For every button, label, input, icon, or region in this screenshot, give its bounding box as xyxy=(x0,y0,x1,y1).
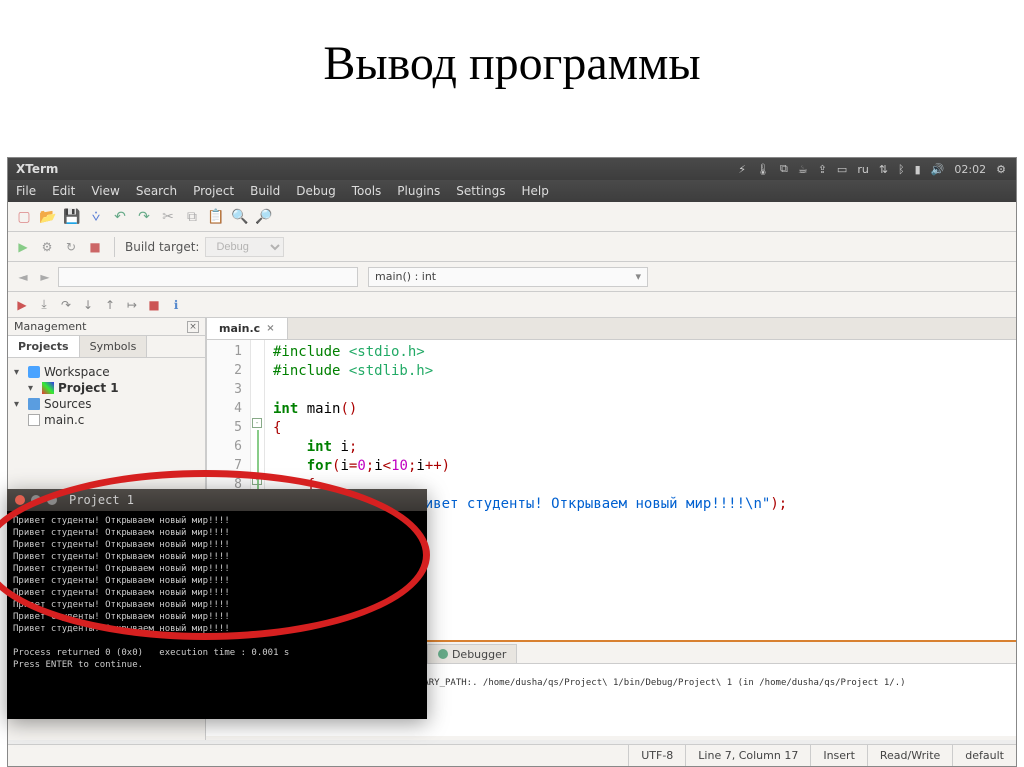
terminal-titlebar[interactable]: Project 1 xyxy=(7,489,427,511)
redo-button[interactable]: ↷ xyxy=(134,207,154,227)
debug-step-out-icon[interactable]: ↑ xyxy=(102,297,118,313)
terminal-output[interactable]: Привет студенты! Открываем новый мир!!!!… xyxy=(7,511,427,675)
tray-temp-icon: 🌡 xyxy=(756,163,770,176)
folder-icon xyxy=(28,398,40,410)
menu-file[interactable]: File xyxy=(8,184,44,198)
debug-continue-icon[interactable]: ↦ xyxy=(124,297,140,313)
tray-network-icon: ⇅ xyxy=(879,163,888,176)
new-file-button[interactable]: ▢ xyxy=(14,207,34,227)
menu-debug[interactable]: Debug xyxy=(288,184,343,198)
tab-debugger[interactable]: Debugger xyxy=(427,644,517,663)
tree-workspace[interactable]: ▾Workspace xyxy=(14,364,199,380)
debug-stop-icon[interactable]: ■ xyxy=(146,297,162,313)
build-toolbar: ▶ ⚙ ↻ ■ Build target: Debug xyxy=(8,232,1016,262)
run-button[interactable]: ▶ xyxy=(14,238,32,256)
status-eol[interactable]: default xyxy=(952,745,1016,766)
tree-file-mainc[interactable]: main.c xyxy=(14,412,199,428)
nav-forward-button[interactable]: ► xyxy=(36,268,54,286)
find-button[interactable]: 🔍 xyxy=(230,207,250,227)
menu-search[interactable]: Search xyxy=(128,184,185,198)
tray-session-icon: ⚙ xyxy=(996,163,1006,176)
open-file-button[interactable]: 📂 xyxy=(38,207,58,227)
copy-button[interactable]: ⧉ xyxy=(182,207,202,227)
menu-plugins[interactable]: Plugins xyxy=(389,184,448,198)
tab-projects[interactable]: Projects xyxy=(8,336,80,357)
menu-bar: File Edit View Search Project Build Debu… xyxy=(8,180,1016,202)
nav-toolbar: ◄ ► main() : int xyxy=(8,262,1016,292)
function-dropdown[interactable]: main() : int xyxy=(368,267,648,287)
debug-step-in-icon[interactable]: ↓ xyxy=(80,297,96,313)
window-titlebar: XTerm ⚡ 🌡 ⧉ ☕ ⇪ ▭ ru ⇅ ᛒ ▮ 🔊 02:02 ⚙ xyxy=(8,158,1016,180)
undo-button[interactable]: ↶ xyxy=(110,207,130,227)
project-tree: ▾Workspace ▾Project 1 ▾Sources main.c xyxy=(8,358,205,434)
tray-display-icon: ▭ xyxy=(837,163,847,176)
nav-back-button[interactable]: ◄ xyxy=(14,268,32,286)
debug-toolbar: ▶ ⤓ ↷ ↓ ↑ ↦ ■ ℹ xyxy=(8,292,1016,318)
tray-power-icon: ⚡ xyxy=(738,163,746,176)
debug-info-icon[interactable]: ℹ xyxy=(168,297,184,313)
project-icon xyxy=(42,382,54,394)
panel-close-icon[interactable]: × xyxy=(187,321,199,333)
tray-cup-icon: ☕ xyxy=(798,163,808,176)
terminal-window[interactable]: Project 1 Привет студенты! Открываем нов… xyxy=(7,489,427,719)
build-target-label: Build target: xyxy=(125,240,199,254)
workspace-icon xyxy=(28,366,40,378)
paste-button[interactable]: 📋 xyxy=(206,207,226,227)
build-run-button[interactable]: ⚙ xyxy=(38,238,56,256)
debug-next-icon[interactable]: ↷ xyxy=(58,297,74,313)
debug-run-to-icon[interactable]: ⤓ xyxy=(36,297,52,313)
management-tabs: Projects Symbols xyxy=(8,336,205,358)
tray-clock: 02:02 xyxy=(954,163,986,176)
terminal-title: Project 1 xyxy=(69,493,134,507)
save-all-button[interactable]: ⩒ xyxy=(86,207,106,227)
status-insert-mode[interactable]: Insert xyxy=(810,745,867,766)
tree-project[interactable]: ▾Project 1 xyxy=(14,380,199,396)
build-target-select[interactable]: Debug xyxy=(205,237,284,257)
terminal-minimize-button[interactable] xyxy=(31,495,41,505)
terminal-maximize-button[interactable] xyxy=(47,495,57,505)
window-title: XTerm xyxy=(8,162,66,176)
tab-symbols[interactable]: Symbols xyxy=(80,336,148,357)
menu-settings[interactable]: Settings xyxy=(448,184,513,198)
terminal-close-button[interactable] xyxy=(15,495,25,505)
scope-input[interactable] xyxy=(58,267,358,287)
tree-sources-folder[interactable]: ▾Sources xyxy=(14,396,199,412)
status-encoding[interactable]: UTF-8 xyxy=(628,745,685,766)
save-button[interactable]: 💾 xyxy=(62,207,82,227)
tray-battery-icon: ▮ xyxy=(915,163,921,176)
menu-edit[interactable]: Edit xyxy=(44,184,83,198)
rebuild-button[interactable]: ↻ xyxy=(62,238,80,256)
editor-tabs: main.c × xyxy=(207,318,1016,340)
tray-updates-icon: ⇪ xyxy=(818,163,827,176)
menu-build[interactable]: Build xyxy=(242,184,288,198)
tray-keyboard-layout[interactable]: ru xyxy=(857,163,869,176)
menu-view[interactable]: View xyxy=(83,184,127,198)
status-readwrite: Read/Write xyxy=(867,745,952,766)
tab-close-icon[interactable]: × xyxy=(266,323,274,334)
menu-help[interactable]: Help xyxy=(513,184,556,198)
tray-volume-icon: 🔊 xyxy=(931,163,945,176)
main-toolbar: ▢ 📂 💾 ⩒ ↶ ↷ ✂ ⧉ 📋 🔍 🔎 xyxy=(8,202,1016,232)
tray-bluetooth-icon: ᛒ xyxy=(898,163,905,176)
file-icon xyxy=(28,414,40,426)
toolbar-separator xyxy=(114,237,115,257)
debugger-icon xyxy=(438,649,448,659)
management-panel-title: Management × xyxy=(8,318,205,336)
editor-tab-mainc[interactable]: main.c × xyxy=(207,318,288,339)
menu-project[interactable]: Project xyxy=(185,184,242,198)
cut-button[interactable]: ✂ xyxy=(158,207,178,227)
debug-start-icon[interactable]: ▶ xyxy=(14,297,30,313)
status-bar: UTF-8 Line 7, Column 17 Insert Read/Writ… xyxy=(8,744,1016,766)
status-cursor: Line 7, Column 17 xyxy=(685,745,810,766)
slide-title: Вывод программы xyxy=(0,0,1024,111)
tray-dropbox-icon: ⧉ xyxy=(780,162,788,176)
system-tray: ⚡ 🌡 ⧉ ☕ ⇪ ▭ ru ⇅ ᛒ ▮ 🔊 02:02 ⚙ xyxy=(738,162,1016,176)
replace-button[interactable]: 🔎 xyxy=(254,207,274,227)
menu-tools[interactable]: Tools xyxy=(344,184,390,198)
stop-button[interactable]: ■ xyxy=(86,238,104,256)
